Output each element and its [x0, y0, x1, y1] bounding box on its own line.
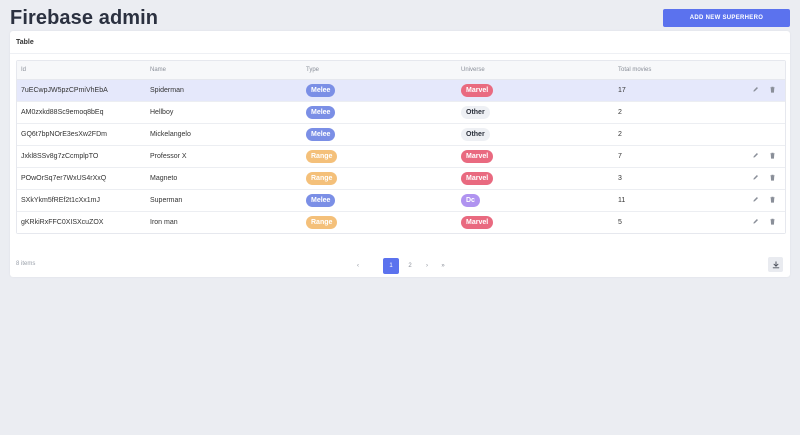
- last-page-button[interactable]: »: [435, 258, 451, 274]
- card-title: Table: [10, 31, 790, 54]
- table-row[interactable]: AM0zxkd88Sc9emoq8bEq Hellboy Melee Other 2: [17, 102, 785, 124]
- trash-icon: [770, 218, 775, 225]
- download-button[interactable]: [768, 257, 783, 272]
- edit-button[interactable]: [751, 152, 760, 161]
- universe-badge: Marvel: [461, 172, 494, 185]
- page: Firebase admin ADD NEW SUPERHERO Table I…: [0, 0, 800, 435]
- column-header-id[interactable]: Id: [21, 61, 26, 79]
- column-header-type[interactable]: Type: [306, 61, 319, 79]
- delete-button[interactable]: [768, 218, 777, 227]
- row-name: Hellboy: [150, 109, 174, 116]
- row-total-movies: 17: [618, 87, 626, 94]
- universe-badge: Marvel: [461, 84, 494, 97]
- table-row[interactable]: Jxkl8SSv8g7zCcmplpTO Professor X Range Marv…: [17, 146, 785, 168]
- trash-icon: [770, 152, 775, 159]
- table-row[interactable]: GQ6t7bpNOrE3esXw2FDm Mickelangelo Melee Oth…: [17, 124, 785, 146]
- table-row[interactable]: POwOrSq7er7WxUS4rXxQ Magneto Range Marvel 3: [17, 168, 785, 190]
- trash-icon: [770, 86, 775, 93]
- edit-button[interactable]: [751, 196, 760, 205]
- page-1-button[interactable]: 1: [383, 258, 399, 274]
- trash-icon: [770, 174, 775, 181]
- delete-button[interactable]: [768, 152, 777, 161]
- table-row[interactable]: 7uECwpJW5pzCPmiVhEbA Spiderman Melee Marvel…: [17, 80, 785, 102]
- add-superhero-button[interactable]: ADD NEW SUPERHERO: [663, 9, 790, 27]
- prev-page-button[interactable]: ‹: [350, 258, 366, 274]
- table-header: Id Name Type Universe Total movies: [17, 61, 785, 80]
- heroes-table: Id Name Type Universe Total movies 7uECw…: [16, 60, 786, 234]
- row-id: POwOrSq7er7WxUS4rXxQ: [21, 175, 107, 182]
- table-row[interactable]: SXkYkm5fREf2t1cXx1mJ Superman Melee Dc 11: [17, 190, 785, 212]
- column-header-universe[interactable]: Universe: [461, 61, 485, 79]
- page-title: Firebase admin: [10, 7, 159, 29]
- row-total-movies: 2: [618, 131, 622, 138]
- row-name: Spiderman: [150, 87, 184, 94]
- row-total-movies: 5: [618, 219, 622, 226]
- row-name: Superman: [150, 197, 183, 204]
- type-badge: Melee: [306, 84, 336, 97]
- universe-badge: Dc: [461, 194, 480, 207]
- trash-icon: [770, 196, 775, 203]
- row-id: SXkYkm5fREf2t1cXx1mJ: [21, 197, 100, 204]
- universe-badge: Marvel: [461, 216, 494, 229]
- type-badge: Melee: [306, 194, 336, 207]
- table-row[interactable]: gKRkiRxFFC0XISXcuZOX Iron man Range Marvel 5: [17, 212, 785, 233]
- delete-button[interactable]: [768, 86, 777, 95]
- type-badge: Range: [306, 150, 338, 163]
- universe-badge: Other: [461, 128, 490, 141]
- row-name: Iron man: [150, 219, 178, 226]
- row-total-movies: 11: [618, 197, 626, 204]
- column-header-total-movies[interactable]: Total movies: [618, 61, 651, 79]
- type-badge: Melee: [306, 106, 336, 119]
- item-count: 8 items: [16, 261, 36, 267]
- type-badge: Range: [306, 172, 338, 185]
- next-page-button[interactable]: ›: [419, 258, 435, 274]
- row-id: GQ6t7bpNOrE3esXw2FDm: [21, 131, 107, 138]
- pencil-icon: [753, 219, 758, 224]
- row-name: Mickelangelo: [150, 131, 191, 138]
- row-name: Professor X: [150, 153, 187, 160]
- delete-button[interactable]: [768, 174, 777, 183]
- universe-badge: Other: [461, 106, 490, 119]
- pencil-icon: [753, 197, 758, 202]
- type-badge: Melee: [306, 128, 336, 141]
- delete-button[interactable]: [768, 196, 777, 205]
- row-id: AM0zxkd88Sc9emoq8bEq: [21, 109, 104, 116]
- universe-badge: Marvel: [461, 150, 494, 163]
- row-total-movies: 3: [618, 175, 622, 182]
- column-header-name[interactable]: Name: [150, 61, 166, 79]
- page-2-button[interactable]: 2: [402, 258, 418, 274]
- row-id: gKRkiRxFFC0XISXcuZOX: [21, 219, 104, 226]
- row-total-movies: 7: [618, 153, 622, 160]
- edit-button[interactable]: [751, 86, 760, 95]
- edit-button[interactable]: [751, 218, 760, 227]
- pencil-icon: [753, 153, 758, 158]
- row-name: Magneto: [150, 175, 178, 182]
- type-badge: Range: [306, 216, 338, 229]
- row-id: 7uECwpJW5pzCPmiVhEbA: [21, 87, 108, 94]
- table-body: 7uECwpJW5pzCPmiVhEbA Spiderman Melee Marvel…: [17, 80, 785, 233]
- table-card: Table Id Name Type Universe Total movies…: [10, 31, 790, 277]
- row-id: Jxkl8SSv8g7zCcmplpTO: [21, 153, 99, 160]
- pencil-icon: [753, 175, 758, 180]
- edit-button[interactable]: [751, 174, 760, 183]
- row-total-movies: 2: [618, 109, 622, 116]
- pencil-icon: [753, 87, 758, 92]
- download-icon: [772, 260, 779, 268]
